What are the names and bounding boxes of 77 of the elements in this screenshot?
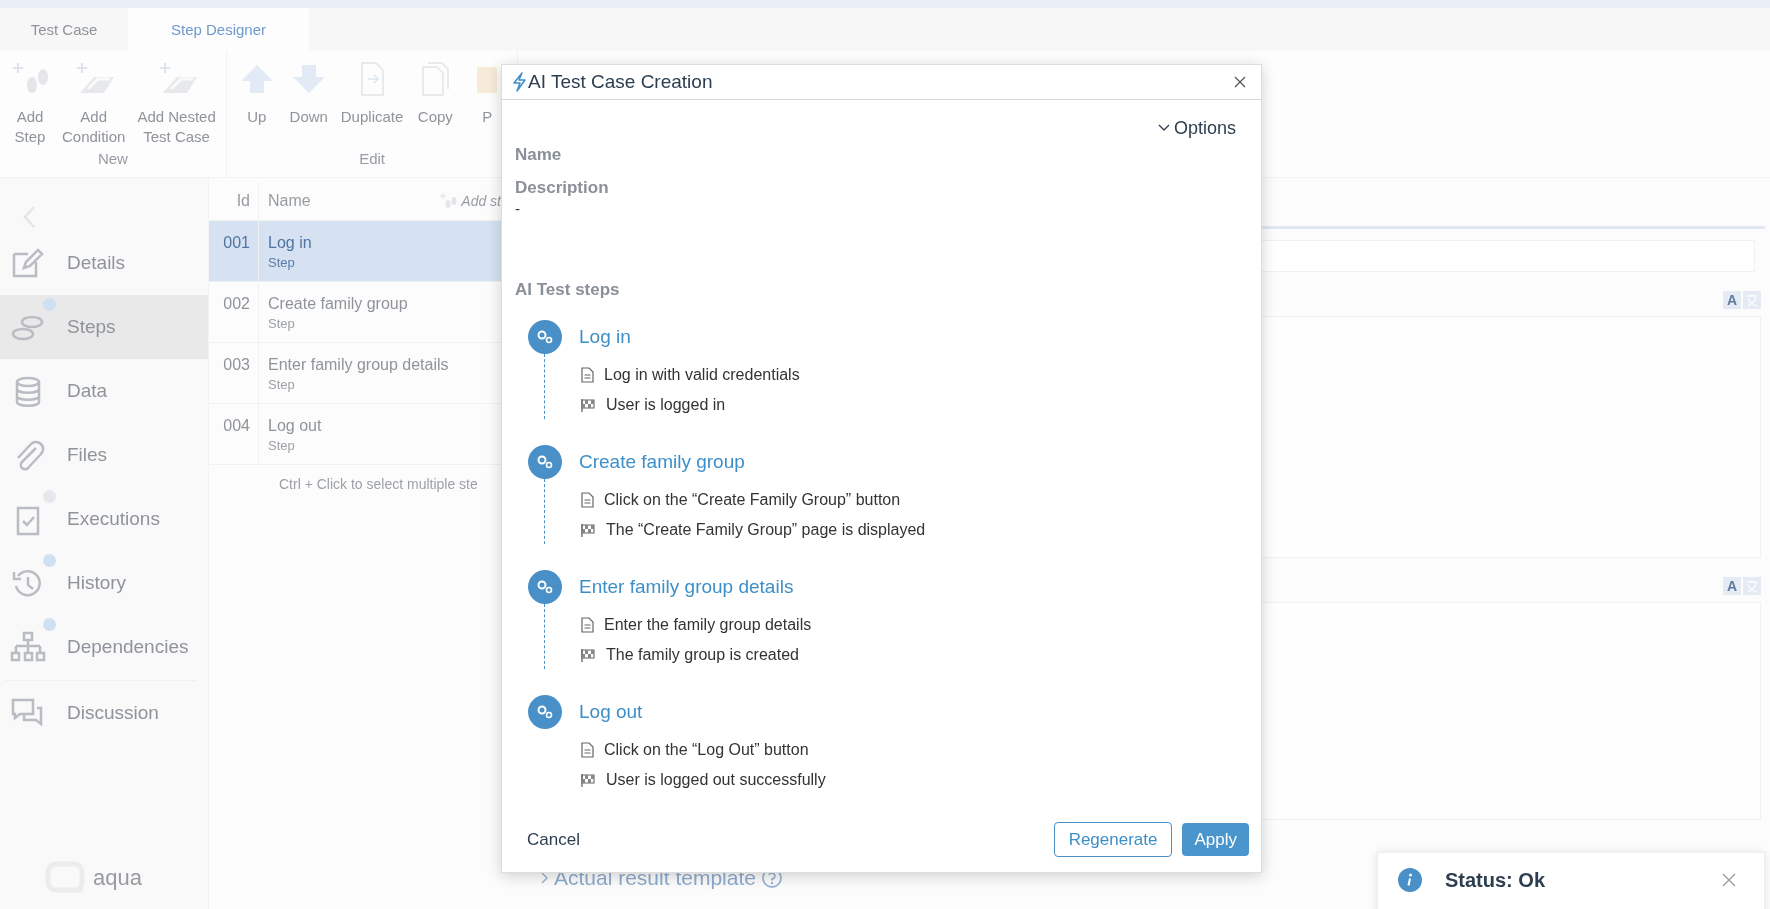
ribbon-button[interactable]: Add Step [6,59,54,150]
document-icon [580,616,594,633]
ribbon-button[interactable]: P [463,59,512,150]
info-icon [1398,868,1422,892]
expected-result: The family group is created [606,645,799,664]
step-action: Log in with valid credentials [604,365,800,384]
expected-result: User is logged in [606,395,726,414]
ribbon-button[interactable]: Duplicate [336,59,408,150]
regenerate-button[interactable]: Regenerate [1053,822,1173,858]
step-action: Click on the “Log Out” button [604,740,809,759]
column-header: Id [209,182,259,220]
document-icon [580,366,594,383]
ribbon-button[interactable]: Copy [411,59,460,150]
step-type: Step [268,377,296,392]
step-name: Create family group [268,295,409,313]
chevron-icon [541,872,548,884]
field-label: Name [515,144,563,165]
step-name: Log in [268,234,313,252]
step-name: Log out [268,417,323,435]
field-value: - [515,199,521,217]
edit-icon [10,246,46,280]
checkered-flag-icon [580,772,596,787]
step-action: Enter the family group details [604,615,812,634]
ribbon-button[interactable]: Add Nested Test Case [133,59,220,150]
hint-text: Ctrl + Click to select multiple ste [278,475,479,492]
tab[interactable]: Step Designer [128,8,309,51]
apply-button[interactable]: Apply [1182,823,1249,857]
translate-icon [1743,577,1761,595]
checkered-flag-icon [580,522,596,537]
ribbon-button[interactable]: Up [232,59,281,150]
dialog-title: AI Test Case Creation [528,70,714,93]
step-action: Click on the “Create Family Group” button [604,490,901,509]
options-toggle[interactable]: Options [1157,117,1236,139]
step-title: Log out [579,700,643,723]
checkered-flag-icon [580,397,596,412]
document-icon [580,491,594,508]
ribbon-button[interactable]: Add Condition [58,59,130,150]
cancel-button[interactable]: Cancel [527,829,580,850]
sidebar-item[interactable]: Steps [0,295,208,359]
add-step-button[interactable]: Add st [438,192,501,210]
sidebar-item[interactable]: Data [0,359,208,423]
step-type: Step [268,438,296,453]
logo-text: aqua [93,865,142,891]
document-icon [580,741,594,758]
sidebar-item[interactable]: Dependencies [0,615,208,679]
step-type: Step [268,316,296,331]
sidebar-item[interactable]: Discussion [0,681,208,745]
section-heading: AI Test steps [515,279,621,300]
expected-result: The “Create Family Group” page is displayed [606,520,926,539]
table-row[interactable]: 001 Log in Step [209,221,501,282]
sidebar-item[interactable]: Details [0,231,208,295]
sidebar-item[interactable]: Files [0,423,208,487]
step-title: Create family group [579,450,745,473]
translate-icon [1743,291,1761,309]
sidebar-item[interactable]: Executions [0,487,208,551]
lightning-icon [512,71,526,92]
field-label: Description [515,177,610,198]
tab[interactable]: Test Case [0,8,128,51]
column-header: Name [267,192,312,210]
step-name: Enter family group details [268,356,450,374]
ribbon-button[interactable]: Down [284,59,333,150]
hierarchy-icon [10,630,46,664]
format-button[interactable]: A [1723,577,1741,595]
gears-icon [528,694,562,729]
sidebar-item[interactable]: History [0,551,208,615]
step-title: Enter family group details [579,575,794,598]
footsteps-icon [438,192,459,210]
close-icon [1722,873,1736,887]
step-title: Log in [579,325,631,348]
step-type: Step [268,255,296,270]
checkered-flag-icon [580,647,596,662]
group-label: Edit [358,150,386,169]
close-icon [1233,74,1247,89]
status-text: Status: Ok [1445,868,1547,892]
group-label: New [96,150,129,169]
expected-result: User is logged out successfully [606,770,826,789]
format-button[interactable]: A [1723,291,1741,309]
